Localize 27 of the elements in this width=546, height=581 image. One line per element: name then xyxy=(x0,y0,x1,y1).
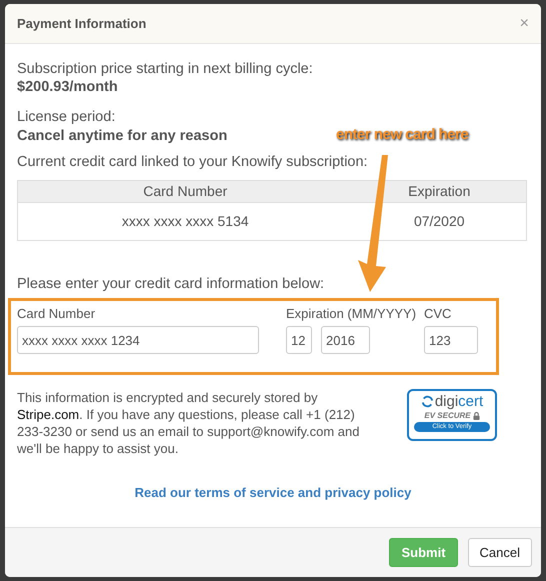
stripe-link[interactable]: Stripe.com xyxy=(17,407,80,422)
brand-text: digicert xyxy=(434,393,484,410)
info-paragraph: This information is encrypted and securely stored by Stripe.com. If you have any questions, please call +1 (212) 233-3230 or send us an email to support@knowify.com and we'll be happy to assist you. xyxy=(17,389,360,457)
column-header: Card Number xyxy=(18,180,352,202)
current-card-label: Current credit card linked to your Knowify subscription: xyxy=(17,153,369,171)
input-field[interactable]: 123 xyxy=(424,326,478,354)
dialog-title: Payment Information xyxy=(17,14,146,33)
field-label: Expiration (MM/YYYY) xyxy=(286,306,418,322)
table-cell: 07/2020 xyxy=(352,202,526,240)
table-cell: xxxx xxxx xxxx 5134 xyxy=(18,202,352,240)
terms-link[interactable]: Read our terms of service and privacy policy xyxy=(134,483,412,502)
input-field[interactable]: xxxx xxxx xxxx 1234 xyxy=(17,326,259,354)
price-value: $200.93/month xyxy=(17,78,119,96)
field-label: Card Number xyxy=(17,306,96,322)
field-label: CVC xyxy=(424,306,452,322)
lock-icon xyxy=(472,412,480,420)
input-field[interactable]: 12 xyxy=(286,326,312,354)
annotation-text: enter new card here xyxy=(336,125,468,145)
ev-secure-text: EV SECURE xyxy=(424,410,471,421)
swirl-icon xyxy=(420,395,434,408)
license-value: Cancel anytime for any reason xyxy=(17,127,228,145)
input-field[interactable]: 2016 xyxy=(321,326,370,354)
column-header: Expiration xyxy=(352,180,526,202)
license-label: License period: xyxy=(17,108,116,126)
price-label: Subscription price starting in next billing cycle: xyxy=(17,60,314,78)
new-card-label: Please enter your credit card information below: xyxy=(17,275,326,293)
cancel-button[interactable]: Cancel xyxy=(468,538,532,567)
